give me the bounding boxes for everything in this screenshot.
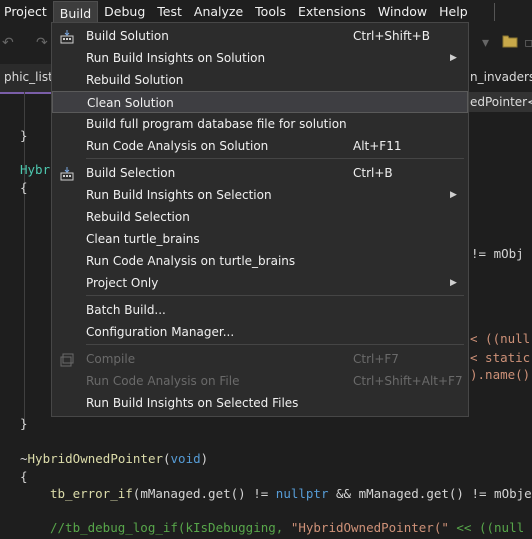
code-line: != mObj (471, 246, 524, 261)
menu-item-build-insights-selection[interactable]: Run Build Insights on Selection ▶ (52, 184, 468, 206)
undo-icon[interactable]: ↶ (2, 35, 14, 51)
menu-item-code-analysis-solution[interactable]: Run Code Analysis on Solution Alt+F11 (52, 135, 468, 157)
code-line: ).name() (470, 367, 531, 382)
submenu-arrow-icon: ▶ (450, 190, 457, 200)
menu-item-rebuild-selection[interactable]: Rebuild Selection (52, 206, 468, 228)
menu-bar: Project Build Debug Test Analyze Tools E… (0, 0, 532, 25)
menu-item-build-selection[interactable]: Build Selection Ctrl+B (52, 162, 468, 184)
menu-debug[interactable]: Debug (98, 0, 151, 24)
open-folder-icon[interactable] (502, 34, 518, 52)
menu-divider (86, 295, 464, 296)
code-line: tb_error_if(mManaged.get() != nullptr &&… (50, 486, 532, 501)
menu-item-configuration-manager[interactable]: Configuration Manager... (52, 321, 468, 343)
menu-project[interactable]: Project (0, 0, 53, 24)
build-menu-dropdown: Build Solution Ctrl+Shift+B Run Build In… (51, 22, 469, 417)
menu-item-batch-build[interactable]: Batch Build... (52, 299, 468, 321)
menu-item-build-full-pdb[interactable]: Build full program database file for sol… (52, 113, 468, 135)
menu-item-code-analysis-project[interactable]: Run Code Analysis on turtle_brains (52, 250, 468, 272)
code-line: { (20, 180, 28, 195)
menu-analyze[interactable]: Analyze (188, 0, 249, 24)
submenu-arrow-icon: ▶ (450, 278, 457, 288)
code-line: { (20, 469, 28, 484)
build-icon (60, 29, 74, 44)
code-line: ~HybridOwnedPointer(void) (20, 451, 209, 466)
code-line: //tb_debug_log_if(kIsDebugging, "HybridO… (50, 520, 525, 535)
menu-test[interactable]: Test (151, 0, 188, 24)
compile-icon (60, 352, 74, 367)
menu-tools[interactable]: Tools (249, 0, 292, 24)
code-line: } (20, 128, 28, 143)
menu-item-clean-project[interactable]: Clean turtle_brains (52, 228, 468, 250)
menu-item-compile[interactable]: Compile Ctrl+F7 (52, 348, 468, 370)
menu-item-build-insights-solution[interactable]: Run Build Insights on Solution ▶ (52, 47, 468, 69)
menu-item-rebuild-solution[interactable]: Rebuild Solution (52, 69, 468, 91)
toolbar-more-icon[interactable]: ▫ (524, 35, 532, 51)
dropdown-arrow-icon[interactable]: ▾ (482, 35, 489, 51)
menu-extensions[interactable]: Extensions (292, 0, 372, 24)
menu-item-project-only[interactable]: Project Only ▶ (52, 272, 468, 294)
menu-separator (494, 3, 495, 21)
menu-item-code-analysis-file[interactable]: Run Code Analysis on File Ctrl+Shift+Alt… (52, 370, 468, 392)
menu-divider (86, 158, 464, 159)
submenu-arrow-icon: ▶ (450, 53, 457, 63)
menu-window[interactable]: Window (372, 0, 433, 24)
redo-icon[interactable]: ↷ (36, 35, 48, 51)
menu-help[interactable]: Help (433, 0, 474, 24)
menu-build[interactable]: Build (52, 0, 99, 25)
build-icon (60, 166, 74, 181)
tab-space-invaders[interactable]: n_invaders_s (466, 64, 532, 92)
menu-item-clean-solution[interactable]: Clean Solution (52, 91, 468, 113)
code-line: } (20, 416, 28, 431)
menu-divider (86, 344, 464, 345)
menu-item-build-insights-files[interactable]: Run Build Insights on Selected Files (52, 392, 468, 414)
menu-item-build-solution[interactable]: Build Solution Ctrl+Shift+B (52, 25, 468, 47)
